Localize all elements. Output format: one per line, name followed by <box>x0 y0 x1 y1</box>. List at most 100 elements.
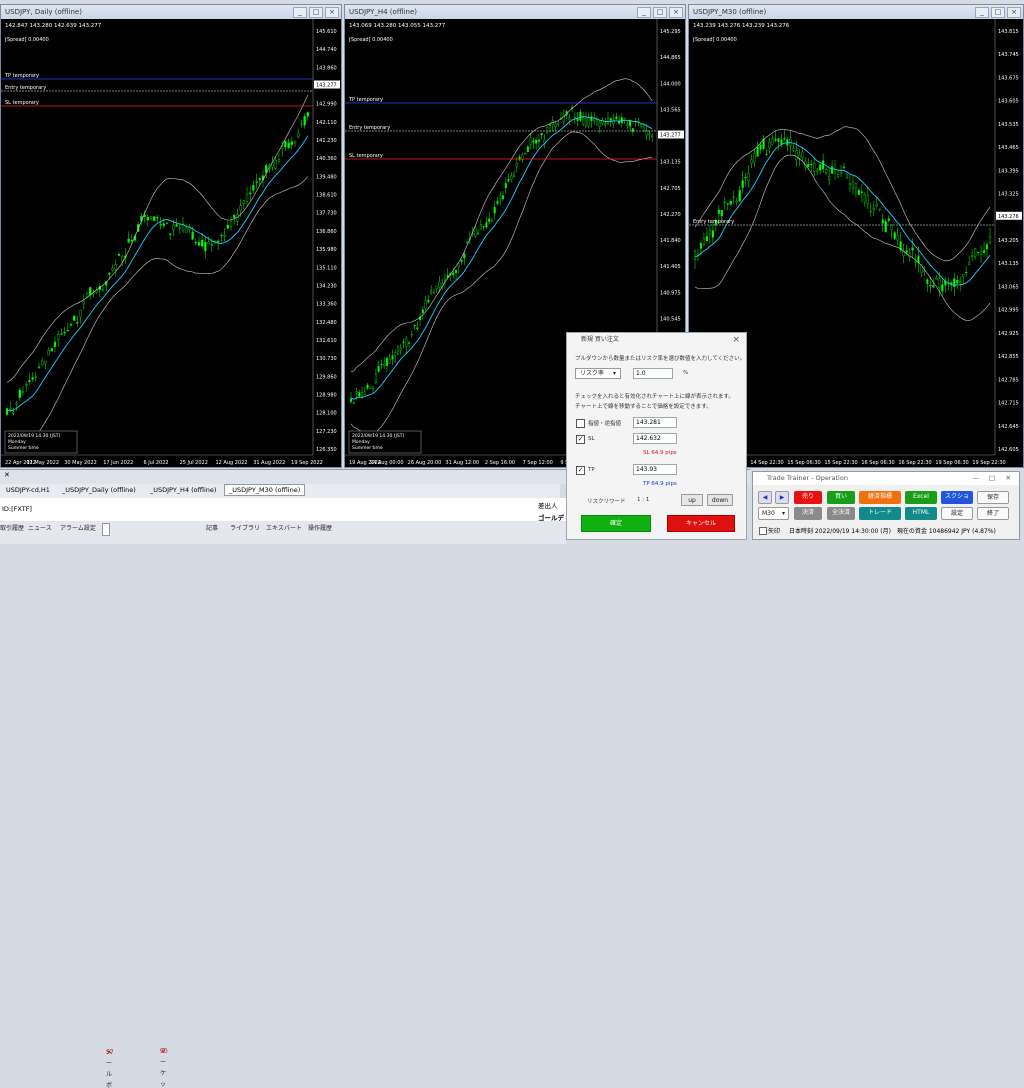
candle-body <box>28 380 31 383</box>
price-label: 141.840 <box>660 238 681 244</box>
sl-checkbox[interactable]: ✓ <box>576 435 585 444</box>
tab-alerts[interactable]: アラーム設定 <box>60 523 96 534</box>
timeframe-select[interactable]: M30 ▾ <box>758 507 789 520</box>
settle-all-button[interactable]: 全決済 <box>827 507 855 520</box>
screenshot-button[interactable]: スクショ <box>941 491 973 504</box>
candle-body <box>201 239 204 247</box>
chart-area-daily[interactable]: 142.847 143.280 142.639 143.277 [Spread] … <box>1 19 341 467</box>
close-icon[interactable]: × <box>325 7 339 18</box>
save-button[interactable]: 保存 <box>977 491 1009 504</box>
candle-body <box>44 361 47 364</box>
candle-body <box>860 191 863 193</box>
tab-operation-log[interactable]: 操作履歴 <box>308 523 332 534</box>
maximize-icon[interactable]: □ <box>991 7 1005 18</box>
maximize-icon[interactable]: □ <box>653 7 667 18</box>
settings-button[interactable]: 設定 <box>941 507 973 520</box>
stop-checkbox[interactable] <box>576 419 585 428</box>
price-tag: 143.277 <box>316 83 337 89</box>
close-icon[interactable]: × <box>1007 7 1021 18</box>
trade-trainer-panel: Trade Trainer - Operation — □ ✕ ◀ ▶ 売り 買… <box>752 471 1020 540</box>
tab-articles[interactable]: 記事 <box>206 523 218 534</box>
risk-input[interactable] <box>633 368 673 379</box>
minimize-icon[interactable]: _ <box>637 7 651 18</box>
price-label: 131.610 <box>316 338 337 344</box>
candle-body <box>893 232 896 239</box>
candle-body <box>705 236 709 242</box>
note-text-1: チェックを入れると有効化されチャート上に線が表示されます。 <box>575 394 734 400</box>
level-label: Entry temporary <box>693 219 734 225</box>
arrow-checkbox[interactable] <box>759 527 767 535</box>
cancel-button[interactable]: キャンセル <box>667 515 735 532</box>
confirm-button[interactable]: 確定 <box>581 515 651 532</box>
indicators-button[interactable]: 経済指標 <box>859 491 901 504</box>
tab-library[interactable]: ライブラリ <box>230 523 260 534</box>
date-label: 15 Sep 06:30 <box>787 460 820 466</box>
info-text: [Spread] 0.00400 <box>5 37 49 43</box>
candle-body <box>380 363 383 366</box>
tp-checkbox[interactable]: ✓ <box>576 466 585 475</box>
close-icon[interactable]: × <box>732 333 740 347</box>
chart-tab-active[interactable]: _USDJPY_M30 (offline) <box>224 484 306 496</box>
tab-trade-history[interactable]: 取引履歴 <box>0 523 24 534</box>
price-label: 140.360 <box>316 156 337 162</box>
exit-button[interactable]: 終了 <box>977 507 1009 520</box>
stop-price-input[interactable] <box>633 417 677 428</box>
candle-body <box>941 284 944 292</box>
candle-body <box>399 348 402 351</box>
date-label: 15 Sep 22:30 <box>824 460 857 466</box>
chart-tab[interactable]: USDJPY-cd,H1 <box>6 486 50 494</box>
candle-body <box>493 206 496 214</box>
candle-body <box>579 111 582 121</box>
tp-price-input[interactable] <box>633 464 677 475</box>
candle-body <box>421 309 424 314</box>
candle-body <box>130 240 133 242</box>
maximize-icon[interactable]: □ <box>989 472 995 485</box>
excel-button[interactable]: Excel <box>905 491 937 504</box>
tab-news[interactable]: ニュース <box>28 523 52 534</box>
candle-body <box>568 117 571 120</box>
candle-body <box>402 341 405 343</box>
chart-window-daily[interactable]: USDJPY, Daily (offline) _ □ × 142.847 143.… <box>0 4 342 468</box>
minimize-icon[interactable]: _ <box>975 7 989 18</box>
settle-button[interactable]: 決済 <box>794 507 822 520</box>
candle-body <box>255 181 258 183</box>
sl-price-input[interactable] <box>633 433 677 444</box>
price-label: 142.705 <box>660 186 681 192</box>
candle-body <box>490 220 493 222</box>
minimize-icon[interactable]: — <box>973 472 980 485</box>
close-icon[interactable]: ✕ <box>4 471 10 479</box>
candle-body <box>732 196 735 198</box>
chart-tab[interactable]: _USDJPY_H4 (offline) <box>150 486 216 494</box>
buy-button[interactable]: 買い <box>827 491 855 504</box>
candle-body <box>5 408 9 415</box>
candle-body <box>959 281 962 283</box>
candle-body <box>277 159 281 162</box>
candle-body <box>529 137 532 145</box>
up-button[interactable]: up <box>681 494 703 506</box>
candle-body <box>595 119 598 126</box>
trade-button[interactable]: トレード <box>859 507 901 520</box>
sell-button[interactable]: 売り <box>794 491 822 504</box>
close-icon[interactable]: × <box>669 7 683 18</box>
candle-body <box>816 169 819 172</box>
candle-body <box>765 153 768 156</box>
close-icon[interactable]: ✕ <box>1006 472 1011 485</box>
tab-experts[interactable]: エキスパート <box>266 523 302 534</box>
down-button[interactable]: down <box>707 494 733 506</box>
price-label: 145.295 <box>660 29 681 35</box>
minimize-icon[interactable]: _ <box>293 7 307 18</box>
price-label: 140.545 <box>660 316 681 322</box>
candle-body <box>510 175 513 181</box>
candle-body <box>394 352 397 356</box>
mode-select[interactable]: リスク率 ▾ <box>575 368 621 379</box>
chart-tab[interactable]: _USDJPY_Daily (offline) <box>62 486 136 494</box>
price-label: 144.865 <box>660 55 681 61</box>
candle-body <box>457 263 460 268</box>
tab-mailbox[interactable]: メールボックス57 <box>102 523 114 1088</box>
html-button[interactable]: HTML <box>905 507 937 520</box>
maximize-icon[interactable]: □ <box>309 7 323 18</box>
prev-button[interactable]: ◀ <box>758 491 772 504</box>
candle-body <box>968 262 971 265</box>
candle-body <box>702 238 706 245</box>
next-button[interactable]: ▶ <box>775 491 789 504</box>
